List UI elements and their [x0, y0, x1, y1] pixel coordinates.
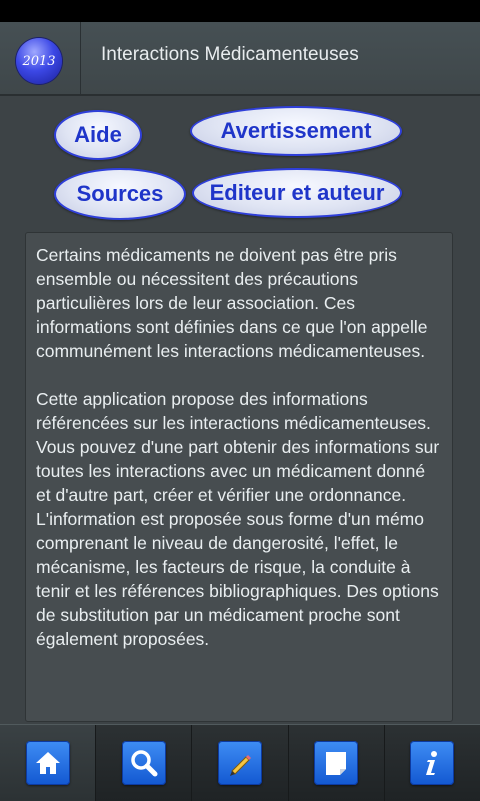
tab-notes[interactable] [289, 725, 385, 801]
aide-button[interactable]: Aide [54, 110, 142, 160]
page-title: Interactions Médicamenteuses [101, 44, 359, 65]
search-icon [121, 741, 166, 785]
pencil-icon [218, 741, 262, 785]
tab-info[interactable] [385, 725, 480, 801]
description-panel[interactable]: Certains médicaments ne doivent pas être… [25, 232, 453, 722]
description-paragraph-1: Certains médicaments ne doivent pas être… [36, 245, 428, 361]
sources-button[interactable]: Sources [54, 168, 186, 220]
avertissement-button[interactable]: Avertissement [190, 106, 402, 156]
home-icon [25, 741, 70, 785]
note-icon [314, 741, 359, 785]
tab-home[interactable] [0, 725, 97, 801]
status-bar [0, 0, 480, 22]
editeur-auteur-button[interactable]: Editeur et auteur [192, 168, 402, 218]
bottom-tab-bar [0, 724, 480, 801]
tab-edit[interactable] [192, 725, 289, 801]
app-header: 2013 Interactions Médicamenteuses [0, 22, 480, 96]
info-icon [410, 741, 455, 785]
logo-text: 2013 [22, 53, 56, 69]
description-paragraph-2: Cette application propose des informatio… [36, 389, 440, 649]
tab-search[interactable] [96, 725, 193, 801]
header-divider [80, 22, 81, 94]
logo-badge[interactable]: 2013 [16, 38, 62, 84]
